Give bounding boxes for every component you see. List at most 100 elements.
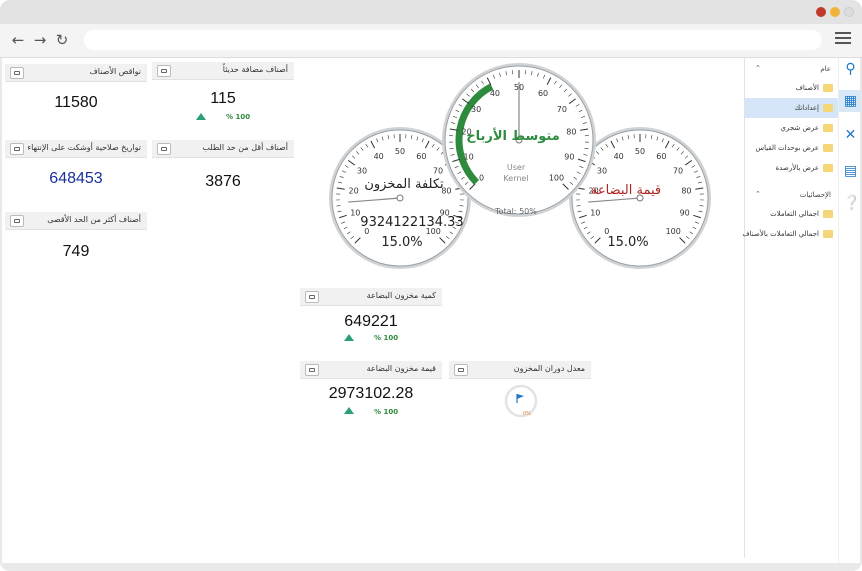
window-close-button[interactable] xyxy=(816,7,826,17)
gauge-tick-label: 40 xyxy=(374,152,384,161)
chevron-up-icon[interactable]: ⌃ xyxy=(755,190,761,198)
search-icon[interactable]: ⚲ xyxy=(843,62,858,77)
sidebar-group-stats[interactable]: ⌃ الإحصائيات xyxy=(745,188,839,202)
panel-below-min: أصناف أقل من حد الطلب 3876 xyxy=(152,140,294,200)
page-viewport: نواقص الأصناف 11580 أصناف مضافة حديثاً 1… xyxy=(2,58,861,563)
sidebar-item-label: اجمالي التعاملات xyxy=(770,210,819,218)
sidebar-item[interactable]: الأصناف xyxy=(745,78,839,98)
panel-value: 649221 xyxy=(344,313,398,330)
window-maximize-button[interactable] xyxy=(844,7,854,17)
gauge-tick-label: 30 xyxy=(471,105,481,114)
gauge-subtitle: Kernel xyxy=(503,174,528,183)
tools-icon[interactable]: ✕ xyxy=(843,128,858,143)
turnover-percent: 0% xyxy=(523,411,531,417)
gauge-percent: 15.0% xyxy=(381,235,422,250)
gauge-tick-label: 60 xyxy=(538,89,548,98)
print-icon[interactable] xyxy=(10,215,24,227)
panel-title: أصناف أقل من حد الطلب xyxy=(202,143,288,152)
sidebar-item[interactable]: اجمالي التعاملات xyxy=(745,204,839,224)
panel-header: قيمة مخزون البضاعة xyxy=(300,361,442,379)
sidebar-tree: ⌃ عام الأصناف إعداداتك عرض شجري عرض بوحدات … xyxy=(742,58,839,558)
panel-title: كمية مخزون البضاعة xyxy=(366,291,436,300)
panel-stock-qty: كمية مخزون البضاعة 649221 % 100 xyxy=(300,288,442,348)
sidebar-item[interactable]: اجمالي التعاملات بالأصناف xyxy=(742,224,839,244)
panel-value: 3876 xyxy=(205,173,241,190)
print-icon[interactable] xyxy=(157,143,171,155)
arrow-right-icon[interactable]: → xyxy=(31,31,49,49)
flag-icon xyxy=(517,394,524,399)
print-icon[interactable] xyxy=(454,364,468,376)
folder-icon xyxy=(823,230,833,238)
gauge-tick-label: 10 xyxy=(590,209,600,218)
panel-value: 2973102.28 xyxy=(328,385,414,402)
panel-header: أصناف مضافة حديثاً xyxy=(152,62,294,80)
sidebar-item[interactable]: عرض بوحدات القياس xyxy=(745,138,839,158)
windows-icon[interactable]: ▦ xyxy=(843,94,858,109)
panel-value: 11580 xyxy=(54,94,98,111)
trend-up-icon xyxy=(344,407,354,414)
gauge-tick-label: 40 xyxy=(490,89,500,98)
panel-items-count: نواقص الأصناف 11580 xyxy=(5,64,147,124)
gauge-percent: 15.0% xyxy=(607,235,648,250)
trend-label: % 100 xyxy=(226,113,251,121)
gauge-tick-label: 70 xyxy=(557,105,567,114)
folder-icon xyxy=(823,210,833,218)
gauge-tick-label: 10 xyxy=(464,152,474,161)
gauge-tick-label: 60 xyxy=(656,152,666,161)
gauge-title: قيمة البضاعة xyxy=(591,183,661,198)
gauge-title: متوسط الأرباح xyxy=(466,127,560,144)
title-bar xyxy=(0,0,862,24)
panel-value: 648453 xyxy=(49,170,103,187)
gauge-tick-label: 80 xyxy=(566,128,576,137)
gauge-tick-label: 70 xyxy=(433,166,443,175)
panel-expiry: تواريخ صلاحية أوشكت على الإنتهاء 648453 xyxy=(5,140,147,200)
sidebar-group-general[interactable]: ⌃ عام xyxy=(745,62,839,76)
sidebar-item[interactable]: إعداداتك xyxy=(745,98,839,118)
gauge-tick-label: 90 xyxy=(564,152,574,161)
sidebar-item[interactable]: عرض بالأرصدة xyxy=(745,158,839,178)
gauge-tick-label: 60 xyxy=(416,152,426,161)
panel-turnover: معدل دوران المخزون 0% xyxy=(449,361,591,421)
print-icon[interactable] xyxy=(305,291,319,303)
trend-up-icon xyxy=(344,334,354,341)
gauge-tick-label: 100 xyxy=(549,173,564,182)
gauge-tick-label: 0 xyxy=(479,173,484,182)
gauge-footer: Total: 50% xyxy=(494,207,537,216)
sidebar-item-label: عرض بالأرصدة xyxy=(775,164,819,172)
window-minimize-button[interactable] xyxy=(830,7,840,17)
address-bar[interactable] xyxy=(84,30,822,50)
reload-icon[interactable]: ↻ xyxy=(53,31,71,49)
panel-title: قيمة مخزون البضاعة xyxy=(366,364,436,373)
search-doc-icon[interactable]: ▤ xyxy=(843,164,858,179)
print-icon[interactable] xyxy=(157,65,171,77)
gauge-tick-label: 90 xyxy=(680,209,690,218)
gauge-tick-label: 40 xyxy=(614,152,624,161)
print-icon[interactable] xyxy=(305,364,319,376)
gauge-cluster: 0 10 20 30 40 50 60 70 80 90 100 تكلفة المخزون 93241… xyxy=(329,63,711,269)
panel-title: أصناف مضافة حديثاً xyxy=(222,65,288,74)
folder-icon xyxy=(823,164,833,172)
sidebar-item[interactable]: عرض شجري xyxy=(745,118,839,138)
print-icon[interactable] xyxy=(10,143,24,155)
right-icon-rail: ⚲ ▦ ✕ ▤ ❔ xyxy=(838,58,861,563)
panel-header: أصناف أكثر من الحد الأقصى xyxy=(5,212,147,230)
chevron-up-icon[interactable]: ⌃ xyxy=(755,64,761,72)
sidebar-group-label: عام xyxy=(820,65,831,73)
help-icon[interactable]: ❔ xyxy=(843,196,860,211)
print-icon[interactable] xyxy=(10,67,24,79)
trend-up-icon xyxy=(196,113,206,120)
gauge-tick-label: 50 xyxy=(395,147,405,156)
browser-toolbar: ← → ↻ xyxy=(0,24,862,58)
gauge-hub xyxy=(396,194,404,202)
sidebar-item-label: عرض شجري xyxy=(780,124,819,132)
sidebar-item-label: اجمالي التعاملات بالأصناف xyxy=(742,230,819,238)
gauge-title: تكلفة المخزون xyxy=(364,177,444,192)
gauge-tick-label: 30 xyxy=(357,166,367,175)
gauge-tick-label: 100 xyxy=(666,227,681,236)
folder-icon xyxy=(823,104,833,112)
folder-icon xyxy=(823,144,833,152)
hamburger-icon[interactable] xyxy=(835,32,851,46)
gauge-tick-label: 10 xyxy=(350,209,360,218)
arrow-left-icon[interactable]: ← xyxy=(9,31,27,49)
browser-window: ← → ↻ نواقص الأصناف 11580 أصناف مضافة حد… xyxy=(0,0,862,571)
